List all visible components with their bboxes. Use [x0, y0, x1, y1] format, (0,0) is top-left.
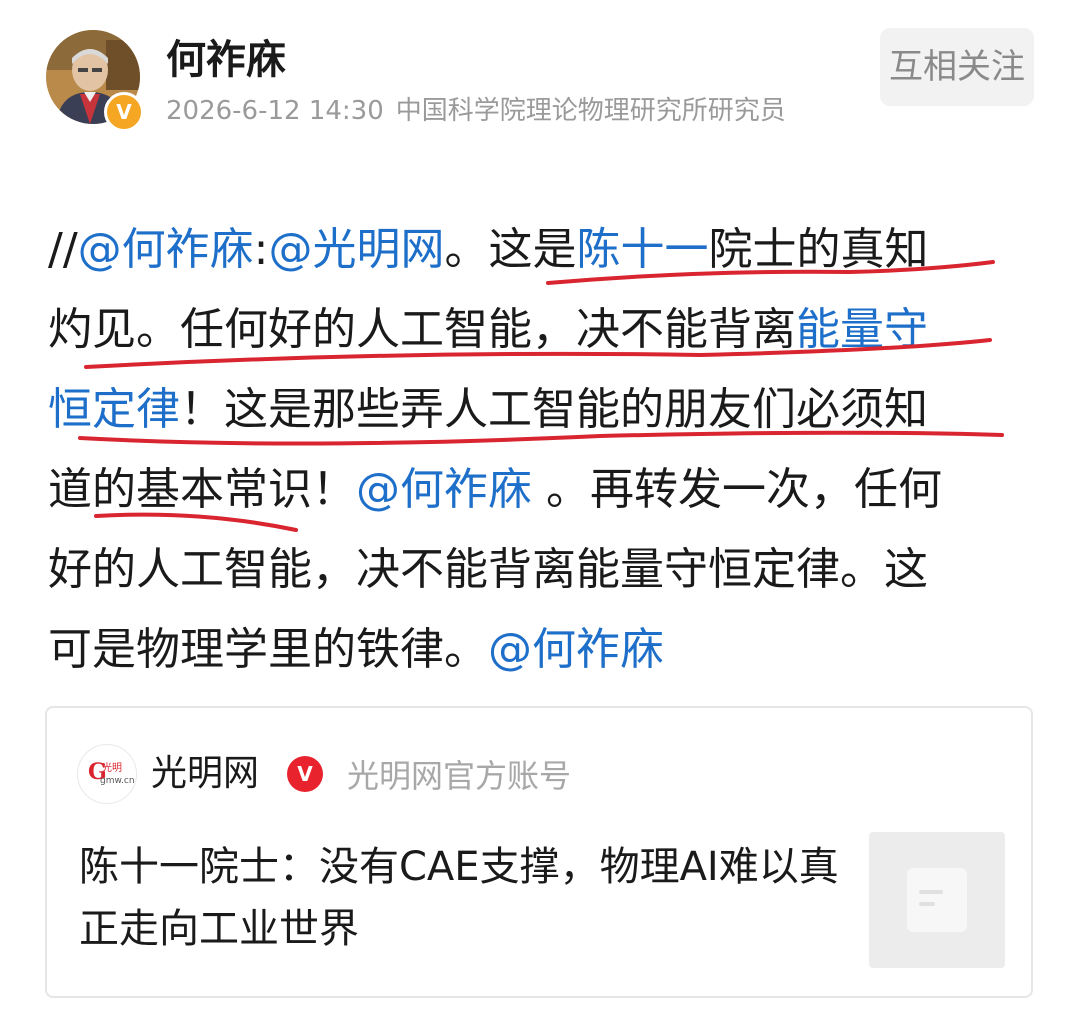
- post-text-segment: 。再转发一次，任何: [532, 464, 942, 515]
- card-article-title[interactable]: 陈十一院士：没有CAE支撑，物理AI难以真正走向工业世界: [79, 836, 839, 960]
- post-text-segment: 可是物理学里的铁律。: [48, 624, 488, 675]
- post-body: //@何祚庥:@光明网。这是陈十一院士的真知 灼见。任何好的人工智能，决不能背离能…: [48, 210, 1038, 690]
- topic-link[interactable]: 恒定律: [48, 384, 180, 435]
- mention-link[interactable]: @光明网: [268, 224, 444, 275]
- follow-button[interactable]: 互相关注: [880, 28, 1034, 106]
- mention-link[interactable]: @何祚庥: [488, 624, 664, 675]
- mention-link[interactable]: @何祚庥: [356, 464, 532, 515]
- source-verified-icon: V: [287, 756, 323, 792]
- post-line: 好的人工智能，决不能背离能量守恒定律。这: [48, 530, 1038, 610]
- post-text-segment: 。这是: [444, 224, 577, 275]
- svg-text:光明: 光明: [102, 761, 122, 774]
- author-name[interactable]: 何祚庥: [166, 34, 286, 86]
- gmw-logo-icon: G 光明 gmw.cn: [78, 745, 136, 803]
- post-line: //@何祚庥:@光明网。这是陈十一院士的真知: [48, 210, 1038, 290]
- topic-link[interactable]: 能量守: [796, 304, 928, 355]
- post-text-segment: 道的基本常识！: [48, 464, 356, 515]
- mention-link[interactable]: @何祚庥: [78, 224, 254, 275]
- post-timestamp: 2026-6-12 14:30: [166, 96, 384, 126]
- document-placeholder-icon: [907, 868, 967, 932]
- post-meta: 2026-6-12 14:30 中国科学院理论物理研究所研究员: [166, 92, 786, 130]
- post-text-segment: 院士的真知: [708, 224, 929, 275]
- post-text-segment: 灼见。任何好的人工智能，决不能背离: [48, 304, 796, 355]
- post-text-segment: //: [48, 224, 78, 275]
- post-text-segment: 好的人工智能，决不能背离能量守恒定律。这: [48, 544, 928, 595]
- post-header: V 何祚庥 2026-6-12 14:30 中国科学院理论物理研究所研究员 互相关…: [0, 0, 1080, 150]
- post-line: 恒定律！这是那些弄人工智能的朋友们必须知: [48, 370, 1038, 450]
- card-source-desc: 光明网官方账号: [347, 757, 572, 795]
- post-text-segment: :: [253, 224, 269, 275]
- post-line: 可是物理学里的铁律。@何祚庥: [48, 610, 1038, 690]
- post-text-segment: ！这是那些弄人工智能的朋友们必须知: [180, 384, 928, 435]
- topic-link[interactable]: 陈十一: [576, 224, 708, 275]
- author-title: 中国科学院理论物理研究所研究员: [395, 96, 786, 126]
- post-line: 灼见。任何好的人工智能，决不能背离能量守: [48, 290, 1038, 370]
- card-source-name[interactable]: 光明网: [151, 750, 259, 798]
- article-thumbnail[interactable]: [869, 832, 1005, 968]
- source-logo: G 光明 gmw.cn: [77, 744, 137, 804]
- logo-text: gmw.cn: [100, 776, 135, 786]
- shared-article-card[interactable]: G 光明 gmw.cn 光明网 V 光明网官方账号 陈十一院士：没有CAE支撑，…: [45, 706, 1033, 998]
- verified-badge-icon: V: [104, 92, 144, 132]
- post-line: 道的基本常识！@何祚庥 。再转发一次，任何: [48, 450, 1038, 530]
